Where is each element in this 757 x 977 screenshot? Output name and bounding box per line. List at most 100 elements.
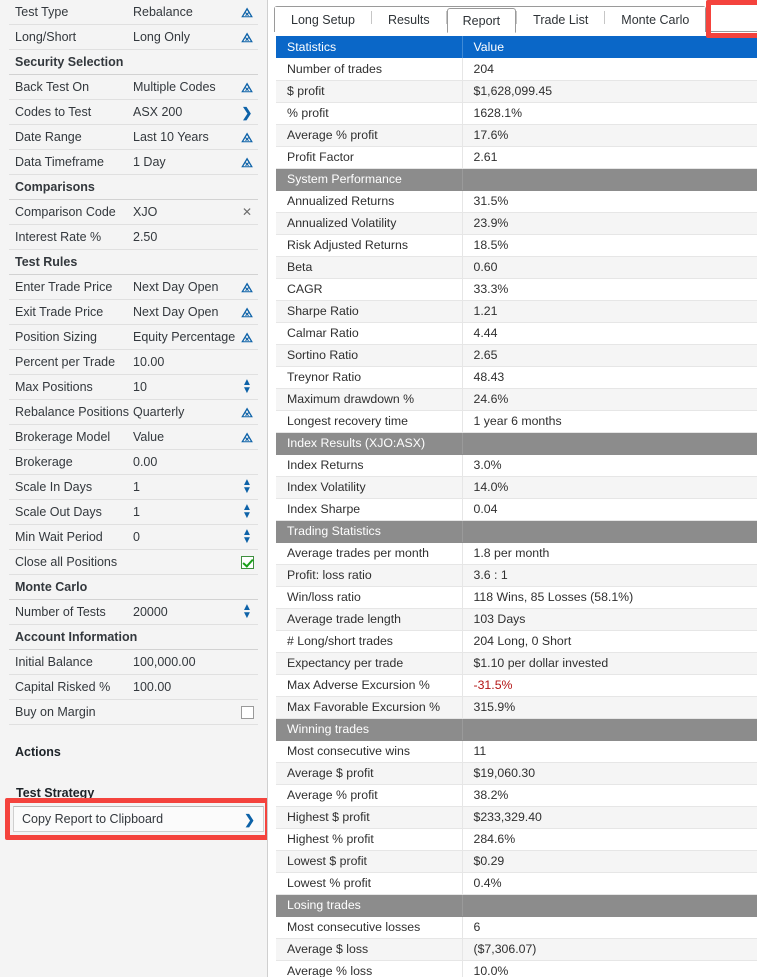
setting-row[interactable]: Capital Risked % 100.00 <box>9 675 258 700</box>
chevron-down-icon[interactable]: ⨻ <box>238 425 256 449</box>
copy-report-to-clipboard-button[interactable]: Copy Report to Clipboard ❯ <box>13 806 264 832</box>
tab-report[interactable]: Report <box>446 8 517 33</box>
settings-section-header: Comparisons <box>9 175 258 200</box>
setting-row[interactable]: Enter Trade Price Next Day Open ⨻ <box>9 275 258 300</box>
table-row[interactable]: $ profit $1,628,099.45 <box>276 80 757 103</box>
cell-statistic: Most consecutive wins <box>276 740 463 763</box>
cell-statistic: Winning trades <box>276 718 463 741</box>
table-row[interactable]: Most consecutive wins 11 <box>276 740 757 763</box>
tab-results[interactable]: Results <box>371 7 446 32</box>
cell-value: $19,060.30 <box>462 762 757 785</box>
setting-row[interactable]: Number of Tests 20000 ▲ ▼ <box>9 600 258 625</box>
tab-monte-carlo[interactable]: Monte Carlo <box>605 7 706 32</box>
setting-row[interactable]: Buy on Margin <box>9 700 258 725</box>
table-row[interactable]: Annualized Volatility 23.9% <box>276 212 757 235</box>
chevron-down-icon[interactable]: ⨻ <box>238 400 256 424</box>
setting-row[interactable]: Scale In Days 1 ▲ ▼ <box>9 475 258 500</box>
spinner-icon[interactable]: ▲ ▼ <box>238 500 256 524</box>
setting-row[interactable]: Long/Short Long Only ⨻ <box>9 25 258 50</box>
table-row[interactable]: CAGR 33.3% <box>276 278 757 301</box>
setting-row[interactable]: Percent per Trade 10.00 <box>9 350 258 375</box>
setting-row[interactable]: Min Wait Period 0 ▲ ▼ <box>9 525 258 550</box>
column-header-statistics[interactable]: Statistics <box>276 36 463 58</box>
clear-icon[interactable]: ✕ <box>238 200 256 224</box>
setting-row[interactable]: Date Range Last 10 Years ⨻ <box>9 125 258 150</box>
table-row[interactable]: Highest $ profit $233,329.40 <box>276 806 757 829</box>
table-row[interactable]: Sortino Ratio 2.65 <box>276 344 757 367</box>
table-row[interactable]: Index Sharpe 0.04 <box>276 498 757 521</box>
setting-row[interactable]: Data Timeframe 1 Day ⨻ <box>9 150 258 175</box>
tab-trade-list[interactable]: Trade List <box>517 7 605 32</box>
table-row[interactable]: Longest recovery time 1 year 6 months <box>276 410 757 433</box>
table-row[interactable]: Average trade length 103 Days <box>276 608 757 631</box>
setting-row[interactable]: Close all Positions <box>9 550 258 575</box>
table-row[interactable]: Most consecutive losses 6 <box>276 916 757 939</box>
setting-row[interactable]: Brokerage 0.00 <box>9 450 258 475</box>
setting-row[interactable]: Comparison Code XJO ✕ <box>9 200 258 225</box>
spinner-icon[interactable]: ▲ ▼ <box>238 600 256 624</box>
setting-row[interactable]: Interest Rate % 2.50 <box>9 225 258 250</box>
spinner-icon[interactable]: ▲ ▼ <box>238 475 256 499</box>
table-row[interactable]: Average % profit 38.2% <box>276 784 757 807</box>
setting-row[interactable]: Scale Out Days 1 ▲ ▼ <box>9 500 258 525</box>
spinner-icon[interactable]: ▲ ▼ <box>238 375 256 399</box>
table-row[interactable]: Highest % profit 284.6% <box>276 828 757 851</box>
spinner-icon[interactable]: ▲ ▼ <box>238 525 256 549</box>
chevron-down-icon[interactable]: ⨻ <box>238 125 256 149</box>
table-row[interactable]: Index Volatility 14.0% <box>276 476 757 499</box>
cell-value: 0.04 <box>462 498 757 521</box>
setting-row[interactable]: Back Test On Multiple Codes ⨻ <box>9 75 258 100</box>
column-header-value[interactable]: Value <box>462 36 757 58</box>
chevron-right-icon[interactable]: ❯ <box>238 100 256 124</box>
table-row[interactable]: Number of trades 204 <box>276 58 757 81</box>
checkbox-checked[interactable] <box>238 550 256 574</box>
chevron-down-icon[interactable]: ⨻ <box>238 150 256 174</box>
table-row[interactable]: Profit Factor 2.61 <box>276 146 757 169</box>
chevron-down-icon[interactable]: ⨻ <box>238 75 256 99</box>
table-row[interactable]: Treynor Ratio 48.43 <box>276 366 757 389</box>
table-row[interactable]: Index Returns 3.0% <box>276 454 757 477</box>
table-row[interactable]: Calmar Ratio 4.44 <box>276 322 757 345</box>
table-row[interactable]: Lowest $ profit $0.29 <box>276 850 757 873</box>
chevron-down-icon[interactable]: ⨻ <box>238 275 256 299</box>
cell-value: 315.9% <box>462 696 757 719</box>
cell-value: 24.6% <box>462 388 757 411</box>
table-row[interactable]: Win/loss ratio 118 Wins, 85 Losses (58.1%… <box>276 586 757 609</box>
tab-long-setup[interactable]: Long Setup <box>275 7 371 32</box>
table-row[interactable]: % profit 1628.1% <box>276 102 757 125</box>
report-pane: Long Setup Results Report Trade List Monte C… <box>268 0 757 977</box>
test-strategy-button[interactable]: Test Strategy <box>13 786 264 808</box>
table-row[interactable]: # Long/short trades 204 Long, 0 Short <box>276 630 757 653</box>
chevron-down-icon[interactable]: ⨻ <box>238 0 256 24</box>
table-row[interactable]: Maximum drawdown % 24.6% <box>276 388 757 411</box>
setting-row[interactable]: Position Sizing Equity Percentage ⨻ <box>9 325 258 350</box>
table-row[interactable]: Average % loss 10.0% <box>276 960 757 977</box>
table-row[interactable]: Max Adverse Excursion % -31.5% <box>276 674 757 697</box>
setting-row[interactable]: Initial Balance 100,000.00 <box>9 650 258 675</box>
table-row[interactable]: Annualized Returns 31.5% <box>276 190 757 213</box>
setting-row[interactable]: Test Type Rebalance ⨻ <box>9 0 258 25</box>
table-row[interactable]: Risk Adjusted Returns 18.5% <box>276 234 757 257</box>
table-row[interactable]: Beta 0.60 <box>276 256 757 279</box>
table-row[interactable]: Average trades per month 1.8 per month <box>276 542 757 565</box>
table-row[interactable]: Average % profit 17.6% <box>276 124 757 147</box>
cell-statistic: Sharpe Ratio <box>276 300 463 323</box>
table-row[interactable]: Lowest % profit 0.4% <box>276 872 757 895</box>
table-row[interactable]: Expectancy per trade $1.10 per dollar inv… <box>276 652 757 675</box>
table-row[interactable]: Average $ loss ($7,306.07) <box>276 938 757 961</box>
setting-row[interactable]: Brokerage Model Value ⨻ <box>9 425 258 450</box>
chevron-down-icon[interactable]: ⨻ <box>238 25 256 49</box>
table-row[interactable]: Average $ profit $19,060.30 <box>276 762 757 785</box>
setting-row[interactable]: Max Positions 10 ▲ ▼ <box>9 375 258 400</box>
table-row[interactable]: Max Favorable Excursion % 315.9% <box>276 696 757 719</box>
table-row[interactable]: Profit: loss ratio 3.6 : 1 <box>276 564 757 587</box>
checkbox-unchecked[interactable] <box>238 700 256 724</box>
setting-value: Next Day Open <box>133 280 219 294</box>
chevron-down-icon[interactable]: ⨻ <box>238 300 256 324</box>
setting-row[interactable]: Rebalance Positions Quarterly ⨻ <box>9 400 258 425</box>
table-row[interactable]: Sharpe Ratio 1.21 <box>276 300 757 323</box>
setting-row[interactable]: Codes to Test ASX 200 ❯ <box>9 100 258 125</box>
chevron-down-icon[interactable]: ⨻ <box>238 325 256 349</box>
setting-row[interactable]: Exit Trade Price Next Day Open ⨻ <box>9 300 258 325</box>
cell-value: 14.0% <box>462 476 757 499</box>
